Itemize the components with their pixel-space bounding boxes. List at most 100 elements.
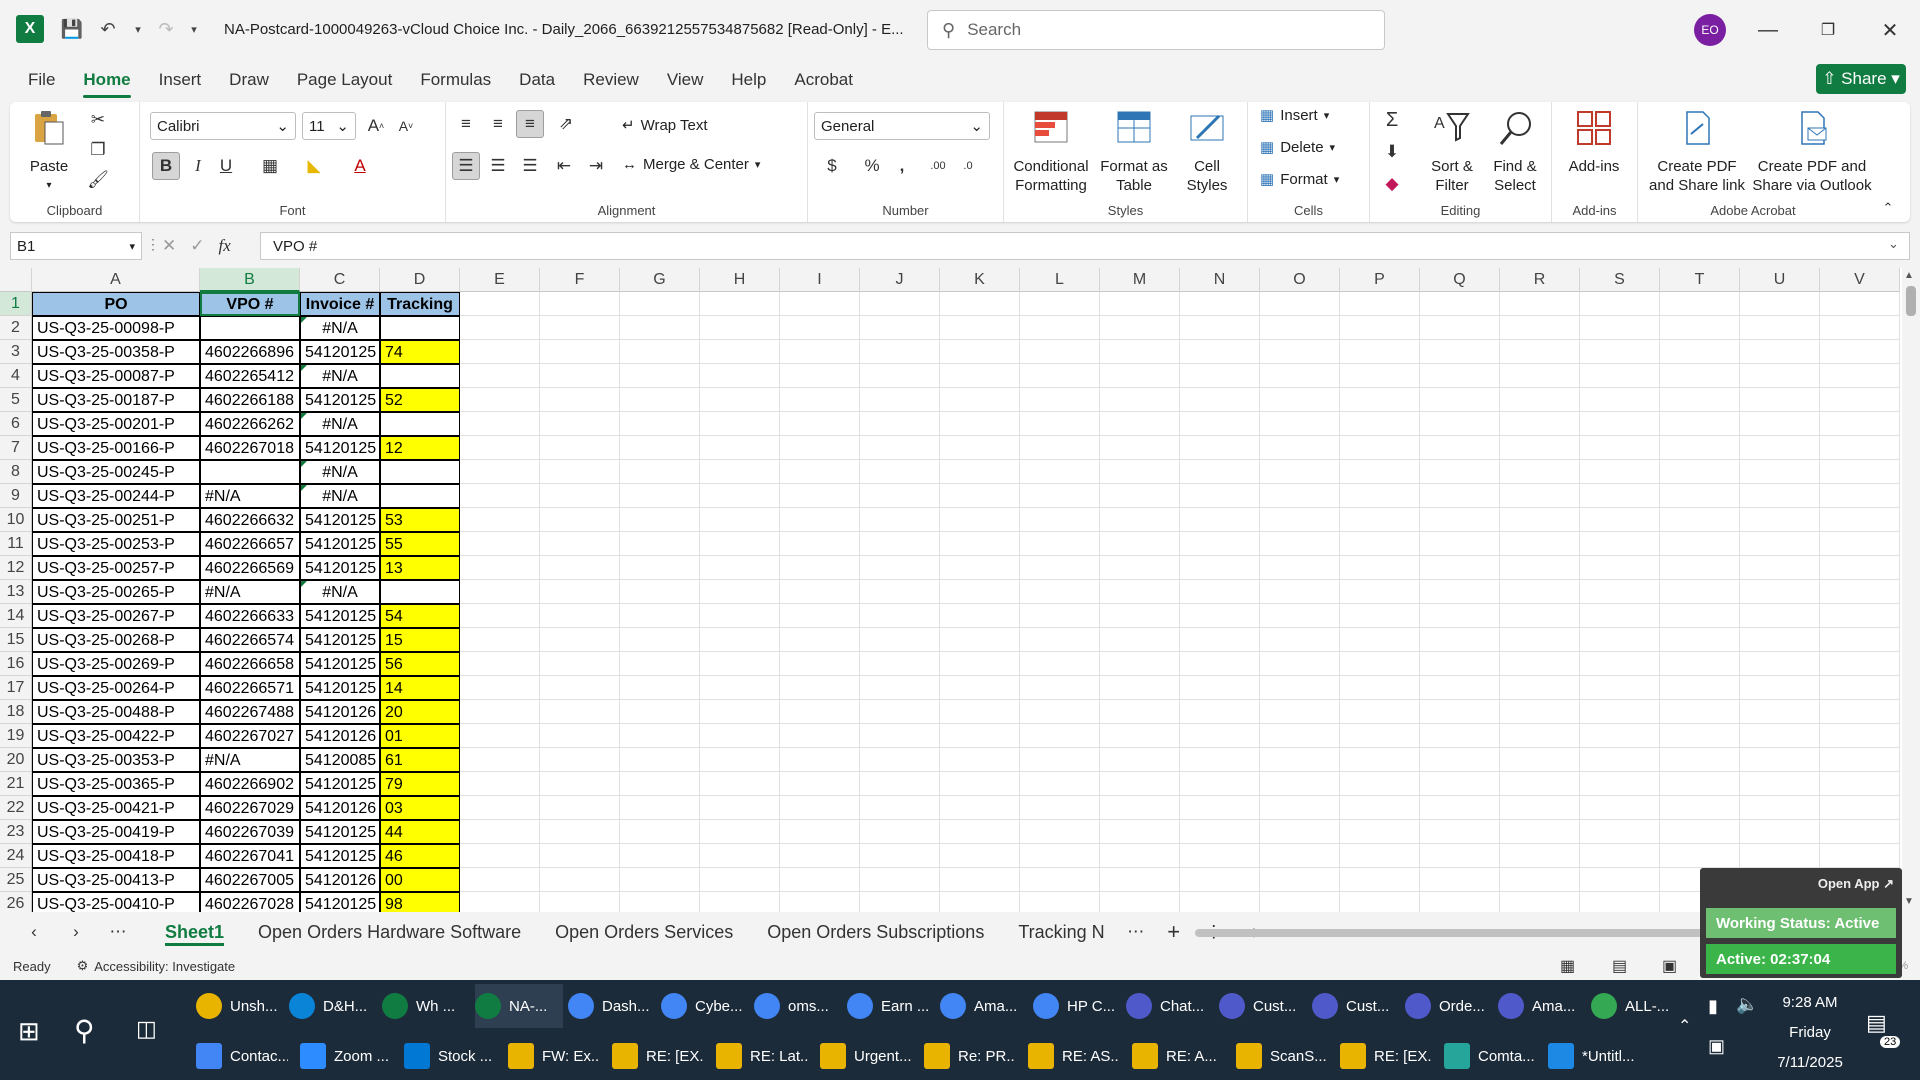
empty-cell[interactable] — [940, 532, 1020, 556]
taskbar-app-button[interactable]: Orde... — [1405, 984, 1493, 1028]
empty-cell[interactable] — [860, 292, 940, 316]
cell-d24[interactable]: 46 — [380, 844, 460, 868]
empty-cell[interactable] — [1500, 532, 1580, 556]
empty-cell[interactable] — [620, 820, 700, 844]
empty-cell[interactable] — [780, 388, 860, 412]
empty-cell[interactable] — [1740, 532, 1820, 556]
empty-cell[interactable] — [1180, 868, 1260, 892]
empty-cell[interactable] — [1740, 604, 1820, 628]
empty-cell[interactable] — [1180, 724, 1260, 748]
empty-cell[interactable] — [1340, 364, 1420, 388]
empty-cell[interactable] — [1420, 364, 1500, 388]
cell-b4[interactable]: 4602265412 — [200, 364, 300, 388]
empty-cell[interactable] — [860, 700, 940, 724]
cell-b1[interactable]: VPO # — [200, 292, 300, 316]
align-bottom-icon[interactable]: ≡ — [516, 110, 544, 138]
empty-cell[interactable] — [1340, 460, 1420, 484]
tab-review[interactable]: Review — [569, 58, 653, 102]
taskbar-app-button[interactable]: NA-... — [475, 984, 563, 1028]
empty-cell[interactable] — [1580, 436, 1660, 460]
empty-cell[interactable] — [1020, 652, 1100, 676]
empty-cell[interactable] — [1660, 820, 1740, 844]
empty-cell[interactable] — [1740, 508, 1820, 532]
empty-cell[interactable] — [1500, 868, 1580, 892]
taskbar-window-button[interactable]: Zoom ... — [300, 1034, 392, 1078]
decrease-indent-icon[interactable]: ⇤ — [550, 152, 578, 180]
prev-sheet-icon[interactable]: ‹ — [20, 918, 48, 946]
align-left-icon[interactable]: ☰ — [452, 152, 480, 180]
empty-cell[interactable] — [1020, 772, 1100, 796]
show-hidden-icons[interactable]: ⌃ — [1678, 1016, 1691, 1036]
cell-d15[interactable]: 15 — [380, 628, 460, 652]
empty-cell[interactable] — [1260, 292, 1340, 316]
empty-cell[interactable] — [620, 340, 700, 364]
empty-cell[interactable] — [1340, 892, 1420, 912]
empty-cell[interactable] — [1100, 412, 1180, 436]
empty-cell[interactable] — [860, 532, 940, 556]
empty-cell[interactable] — [1500, 388, 1580, 412]
cell-b9[interactable]: #N/A — [200, 484, 300, 508]
empty-cell[interactable] — [940, 724, 1020, 748]
empty-cell[interactable] — [1500, 508, 1580, 532]
empty-cell[interactable] — [1260, 724, 1340, 748]
row-header[interactable]: 1 — [0, 292, 32, 316]
empty-cell[interactable] — [1100, 676, 1180, 700]
empty-cell[interactable] — [1260, 580, 1340, 604]
column-header[interactable]: A — [32, 268, 200, 292]
row-header[interactable]: 14 — [0, 604, 32, 628]
empty-cell[interactable] — [1740, 796, 1820, 820]
empty-cell[interactable] — [1420, 820, 1500, 844]
empty-cell[interactable] — [1500, 292, 1580, 316]
empty-cell[interactable] — [1660, 412, 1740, 436]
taskbar-app-button[interactable]: Cust... — [1219, 984, 1307, 1028]
empty-cell[interactable] — [780, 436, 860, 460]
taskbar-window-button[interactable]: Re: PR... — [924, 1034, 1016, 1078]
empty-cell[interactable] — [1420, 460, 1500, 484]
row-header[interactable]: 8 — [0, 460, 32, 484]
cell-c19[interactable]: 54120126 — [300, 724, 380, 748]
empty-cell[interactable] — [1260, 364, 1340, 388]
taskbar-app-button[interactable]: Unsh... — [196, 984, 284, 1028]
cell-d14[interactable]: 54 — [380, 604, 460, 628]
insert-cells-button[interactable]: ▦ Insert ▾ — [1260, 106, 1329, 125]
empty-cell[interactable] — [940, 436, 1020, 460]
cell-d12[interactable]: 13 — [380, 556, 460, 580]
empty-cell[interactable] — [1180, 772, 1260, 796]
empty-cell[interactable] — [1260, 844, 1340, 868]
sort-filter-button[interactable]: A Sort & Filter — [1422, 108, 1482, 195]
empty-cell[interactable] — [1660, 292, 1740, 316]
empty-cell[interactable] — [940, 652, 1020, 676]
cell-c23[interactable]: 54120125 — [300, 820, 380, 844]
row-header[interactable]: 22 — [0, 796, 32, 820]
empty-cell[interactable] — [860, 628, 940, 652]
empty-cell[interactable] — [540, 652, 620, 676]
tab-view[interactable]: View — [653, 58, 718, 102]
empty-cell[interactable] — [1820, 580, 1900, 604]
empty-cell[interactable] — [1740, 772, 1820, 796]
empty-cell[interactable] — [620, 316, 700, 340]
empty-cell[interactable] — [1820, 556, 1900, 580]
empty-cell[interactable] — [700, 844, 780, 868]
taskbar-window-button[interactable]: FW: Ex... — [508, 1034, 600, 1078]
empty-cell[interactable] — [1740, 556, 1820, 580]
empty-cell[interactable] — [1580, 844, 1660, 868]
tab-file[interactable]: File — [14, 58, 69, 102]
empty-cell[interactable] — [1500, 556, 1580, 580]
cell-c5[interactable]: 54120125 — [300, 388, 380, 412]
empty-cell[interactable] — [1260, 484, 1340, 508]
empty-cell[interactable] — [700, 724, 780, 748]
row-header[interactable]: 4 — [0, 364, 32, 388]
empty-cell[interactable] — [540, 412, 620, 436]
empty-cell[interactable] — [940, 340, 1020, 364]
tab-help[interactable]: Help — [717, 58, 780, 102]
empty-cell[interactable] — [1260, 820, 1340, 844]
empty-cell[interactable] — [1020, 676, 1100, 700]
empty-cell[interactable] — [940, 292, 1020, 316]
empty-cell[interactable] — [460, 724, 540, 748]
increase-indent-icon[interactable]: ⇥ — [582, 152, 610, 180]
column-header[interactable]: M — [1100, 268, 1180, 292]
empty-cell[interactable] — [1340, 580, 1420, 604]
empty-cell[interactable] — [1500, 700, 1580, 724]
empty-cell[interactable] — [860, 868, 940, 892]
empty-cell[interactable] — [1740, 340, 1820, 364]
